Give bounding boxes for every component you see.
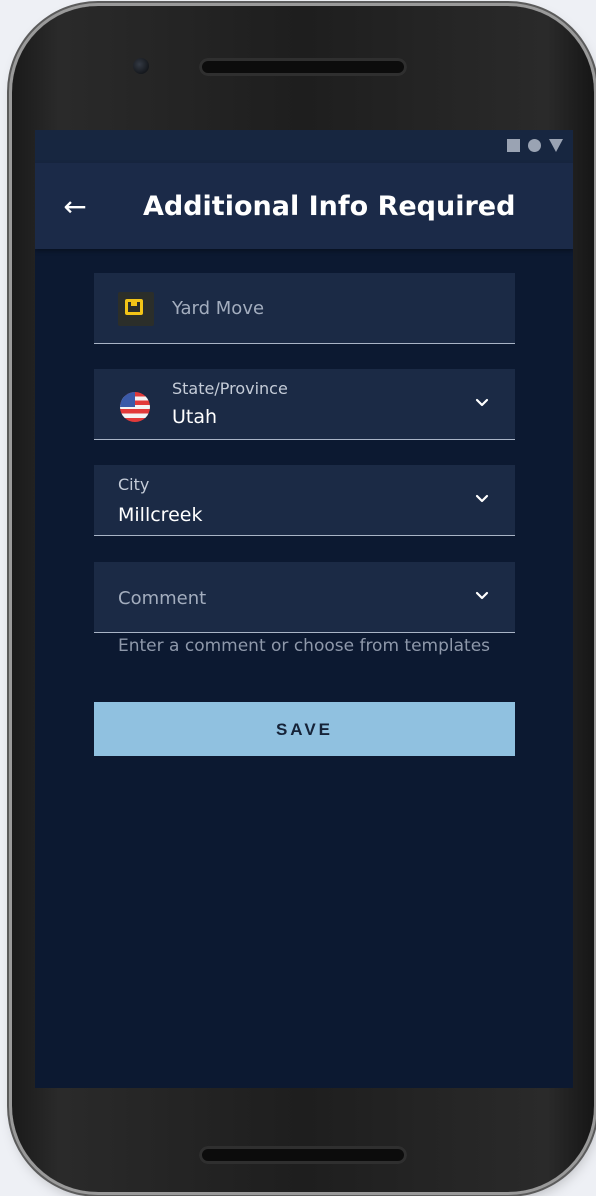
app-screen: ← Additional Info Required Yard Move Sta…	[35, 130, 573, 1088]
page-title: Additional Info Required	[143, 191, 516, 222]
back-button[interactable]: ←	[55, 187, 95, 227]
status-icons	[507, 139, 563, 152]
chevron-down-icon	[475, 398, 489, 407]
comment-placeholder: Comment	[118, 588, 207, 609]
state-province-select[interactable]: State/Province Utah	[94, 369, 515, 440]
city-select[interactable]: City Millcreek	[94, 465, 515, 536]
front-camera	[133, 58, 149, 74]
square-icon	[507, 139, 520, 152]
yard-move-icon-box	[118, 292, 154, 326]
state-province-label: State/Province	[172, 379, 288, 398]
state-province-value: Utah	[172, 406, 218, 428]
yard-move-icon	[125, 299, 143, 315]
city-value: Millcreek	[118, 504, 203, 526]
chevron-down-icon	[475, 494, 489, 503]
triangle-icon	[549, 139, 563, 152]
chevron-down-icon[interactable]	[475, 589, 489, 603]
top-speaker	[199, 58, 407, 76]
us-flag-icon	[120, 392, 150, 422]
status-bar	[35, 130, 573, 163]
app-bar: ← Additional Info Required	[35, 163, 573, 249]
city-label: City	[118, 475, 150, 494]
bottom-speaker	[199, 1146, 407, 1164]
yard-move-label: Yard Move	[172, 298, 265, 319]
circle-icon	[528, 139, 541, 152]
comment-field[interactable]: Comment	[94, 562, 515, 633]
arrow-left-icon: ←	[63, 190, 87, 223]
save-button[interactable]: SAVE	[94, 702, 515, 756]
yard-move-field[interactable]: Yard Move	[94, 273, 515, 344]
comment-helper-text: Enter a comment or choose from templates	[118, 636, 491, 656]
